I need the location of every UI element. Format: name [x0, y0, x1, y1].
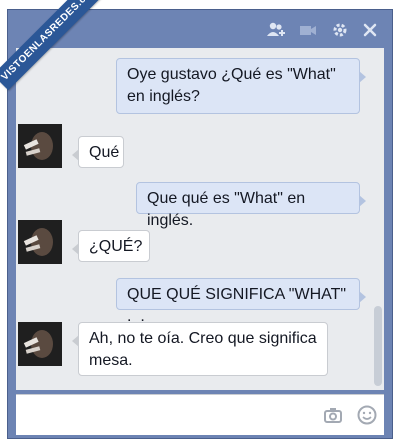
incoming-message: ¿QUÉ?: [72, 230, 150, 262]
outgoing-message: Que qué es "What" en inglés.: [136, 182, 366, 229]
message-text: ¿QUÉ?: [89, 238, 143, 255]
scrollbar-thumb[interactable]: [374, 306, 382, 386]
message-text: QUE QUÉ SIGNIFICA "WHAT" ._.: [127, 286, 347, 325]
incoming-message: Qué: [72, 136, 124, 168]
message-text: Oye gustavo ¿Qué es "What" en inglés?: [127, 66, 336, 105]
add-friend-icon[interactable]: [266, 20, 286, 40]
outgoing-message: QUE QUÉ SIGNIFICA "WHAT" ._.: [116, 278, 366, 325]
message-text: Qué: [89, 144, 120, 161]
emoji-icon[interactable]: [356, 404, 378, 426]
message-text: Que qué es "What" en inglés.: [147, 190, 306, 229]
message-input[interactable]: [16, 394, 384, 435]
gear-icon[interactable]: [330, 20, 350, 40]
avatar[interactable]: [18, 322, 62, 366]
message-text: Ah, no te oía. Creo que significa mesa.: [89, 330, 317, 369]
close-icon[interactable]: [360, 20, 380, 40]
outgoing-message: Oye gustavo ¿Qué es "What" en inglés?: [116, 58, 366, 114]
scrollbar[interactable]: [372, 48, 384, 390]
avatar[interactable]: [18, 124, 62, 168]
chat-window: Oye gustavo ¿Qué es "What" en inglés? Qu…: [7, 9, 393, 439]
avatar[interactable]: [18, 220, 62, 264]
video-call-icon[interactable]: [298, 20, 318, 40]
incoming-message: Ah, no te oía. Creo que significa mesa.: [72, 322, 328, 376]
conversation-area[interactable]: Oye gustavo ¿Qué es "What" en inglés? Qu…: [16, 48, 384, 390]
camera-icon[interactable]: [322, 404, 344, 426]
